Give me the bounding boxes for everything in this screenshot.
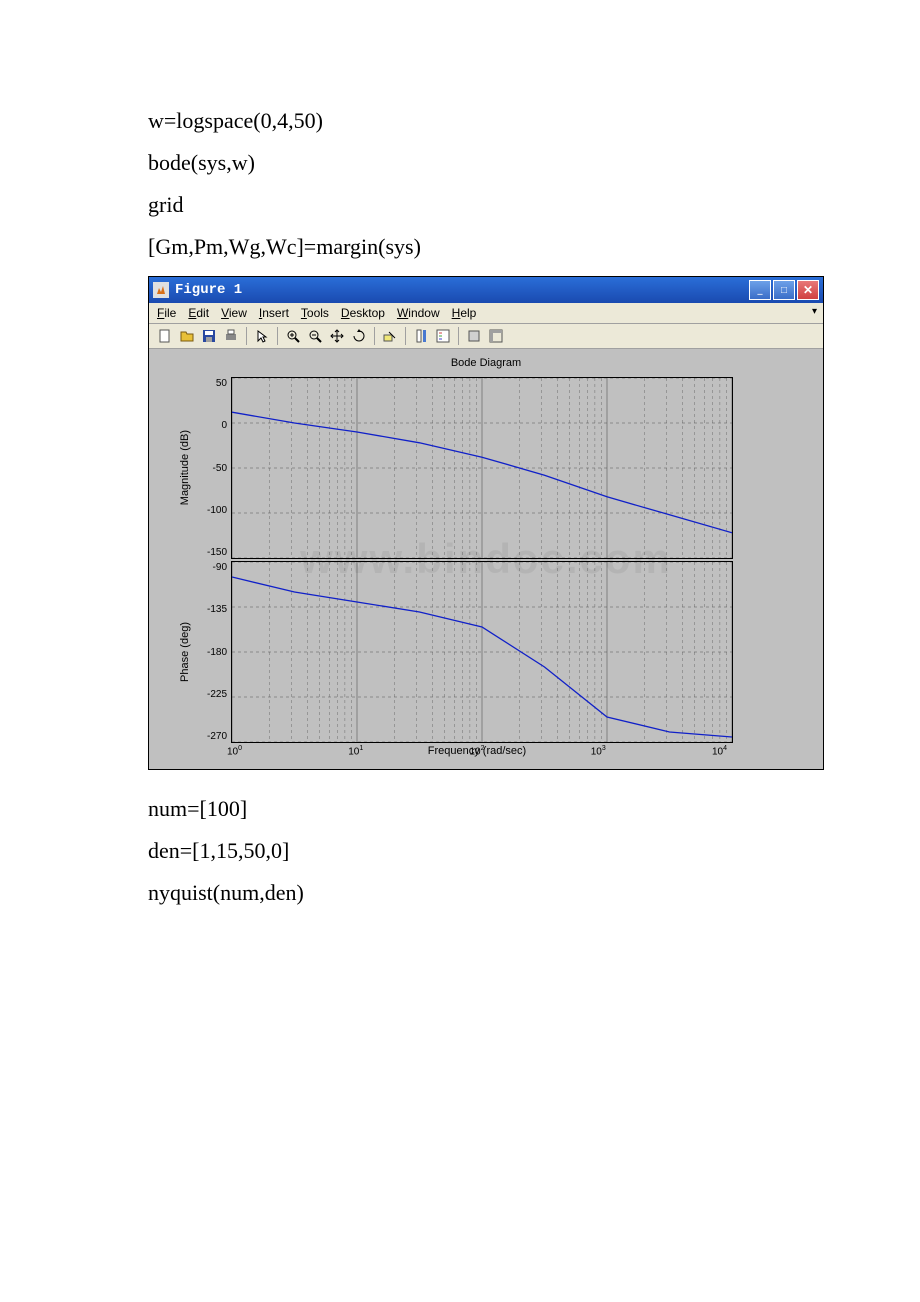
menu-file[interactable]: File bbox=[157, 306, 176, 320]
menu-desktop[interactable]: Desktop bbox=[341, 306, 385, 320]
legend-icon[interactable] bbox=[433, 327, 453, 345]
code-line: grid bbox=[148, 184, 772, 226]
open-icon[interactable] bbox=[177, 327, 197, 345]
app-icon bbox=[153, 282, 169, 298]
menu-insert[interactable]: Insert bbox=[259, 306, 289, 320]
menu-expand-icon[interactable]: ▾ bbox=[812, 306, 817, 317]
mag-ylabel: Magnitude (dB) bbox=[179, 430, 195, 505]
plot-area: Bode Diagram Magnitude (dB) 50 0 -50 -10… bbox=[149, 349, 823, 769]
mag-yticks: 50 0 -50 -100 -150 bbox=[195, 378, 231, 558]
pan-icon[interactable] bbox=[327, 327, 347, 345]
code-line: den=[1,15,50,0] bbox=[148, 830, 772, 872]
magnitude-chart[interactable] bbox=[231, 377, 733, 559]
code-line: nyquist(num,den) bbox=[148, 872, 772, 914]
menubar: File Edit View Insert Tools Desktop Wind… bbox=[149, 303, 823, 324]
close-button[interactable]: ✕ bbox=[797, 280, 819, 300]
new-icon[interactable] bbox=[155, 327, 175, 345]
colorbar-icon[interactable] bbox=[411, 327, 431, 345]
toolbar bbox=[149, 324, 823, 349]
hide-plot-tools-icon[interactable] bbox=[464, 327, 484, 345]
code-line: bode(sys,w) bbox=[148, 142, 772, 184]
menu-view[interactable]: View bbox=[221, 306, 247, 320]
code-line: num=[100] bbox=[148, 788, 772, 830]
zoom-in-icon[interactable] bbox=[283, 327, 303, 345]
zoom-out-icon[interactable] bbox=[305, 327, 325, 345]
menu-help[interactable]: Help bbox=[452, 306, 477, 320]
window-title: Figure 1 bbox=[175, 282, 749, 298]
pointer-icon[interactable] bbox=[252, 327, 272, 345]
figure-window: Figure 1 _ □ ✕ File Edit View Insert Too… bbox=[148, 276, 824, 770]
print-icon[interactable] bbox=[221, 327, 241, 345]
maximize-button[interactable]: □ bbox=[773, 280, 795, 300]
phase-ylabel: Phase (deg) bbox=[179, 622, 195, 682]
phase-plot-svg bbox=[232, 562, 732, 742]
minimize-button[interactable]: _ bbox=[749, 280, 771, 300]
rotate-icon[interactable] bbox=[349, 327, 369, 345]
phase-chart[interactable] bbox=[231, 561, 733, 743]
titlebar: Figure 1 _ □ ✕ bbox=[149, 277, 823, 303]
data-cursor-icon[interactable] bbox=[380, 327, 400, 345]
x-label: Frequency (rad/sec) bbox=[227, 745, 727, 757]
code-line: [Gm,Pm,Wg,Wc]=margin(sys) bbox=[148, 226, 772, 268]
menu-edit[interactable]: Edit bbox=[188, 306, 209, 320]
phase-yticks: -90 -135 -180 -225 -270 bbox=[195, 562, 231, 742]
show-plot-tools-icon[interactable] bbox=[486, 327, 506, 345]
code-line: w=logspace(0,4,50) bbox=[148, 100, 772, 142]
menu-tools[interactable]: Tools bbox=[301, 306, 329, 320]
magnitude-plot-svg bbox=[232, 378, 732, 558]
menu-window[interactable]: Window bbox=[397, 306, 440, 320]
plot-title: Bode Diagram bbox=[179, 357, 793, 369]
save-icon[interactable] bbox=[199, 327, 219, 345]
